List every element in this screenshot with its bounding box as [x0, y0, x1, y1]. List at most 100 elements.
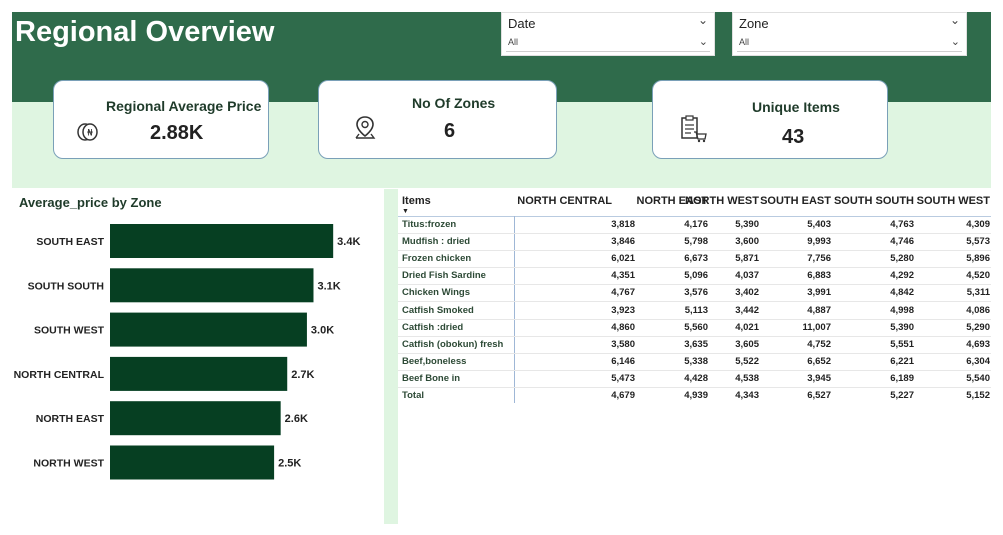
- table-cell: 4,037: [735, 270, 759, 282]
- table-cell: 6,221: [890, 355, 914, 367]
- table-cell: 5,573: [966, 236, 990, 248]
- date-dropdown[interactable]: All ⌄: [506, 35, 710, 52]
- row-divider: [398, 352, 991, 354]
- row-item-label: Chicken Wings: [402, 287, 471, 299]
- column-header[interactable]: SOUTH SOUTH: [834, 195, 914, 207]
- bar[interactable]: [110, 356, 288, 391]
- table-cell: 3,442: [735, 304, 759, 316]
- column-header[interactable]: NORTH WEST: [685, 195, 759, 207]
- data-label: 2.7K: [291, 369, 314, 381]
- table-cell: 4,292: [890, 270, 914, 282]
- table-cell: 6,021: [611, 253, 635, 265]
- data-label: 2.6K: [285, 413, 308, 425]
- table-cell: 3,846: [611, 236, 635, 248]
- card-title: Regional Average Price: [106, 98, 262, 114]
- category-label: SOUTH SOUTH: [28, 280, 104, 292]
- row-item-label: Frozen chicken: [402, 253, 472, 265]
- table-cell: 5,403: [807, 219, 831, 230]
- table-cell: 4,176: [684, 219, 708, 230]
- row-divider: [398, 267, 991, 269]
- table-cell: 3,600: [735, 236, 759, 248]
- column-header[interactable]: SOUTH EAST: [760, 195, 831, 207]
- chevron-down-icon[interactable]: ⌄: [699, 35, 708, 48]
- map-pin-icon: [352, 114, 378, 147]
- row-divider: [398, 335, 991, 337]
- total-row-label: Total: [402, 390, 424, 401]
- table-cell: 4,679: [611, 390, 635, 401]
- date-slicer[interactable]: Date ⌄ All ⌄: [501, 12, 715, 56]
- category-label: NORTH WEST: [33, 458, 104, 470]
- sort-down-icon[interactable]: ▼: [402, 208, 409, 215]
- row-item-label: Mudfish : dried: [402, 236, 471, 248]
- date-slicer-value: All: [508, 37, 519, 47]
- table-cell: 5,871: [735, 253, 759, 265]
- table-cell: 5,227: [890, 390, 914, 401]
- chevron-down-icon[interactable]: ⌄: [950, 13, 960, 27]
- table-cell: 3,576: [684, 287, 708, 299]
- table-cell: 3,580: [611, 338, 635, 350]
- row-divider: [398, 284, 991, 286]
- table-cell: 3,818: [611, 219, 635, 230]
- table-cell: 4,887: [807, 304, 831, 316]
- table-cell: 4,021: [735, 321, 759, 333]
- chevron-down-icon[interactable]: ⌄: [951, 35, 960, 48]
- table-cell: 5,096: [684, 270, 708, 282]
- row-divider: [398, 250, 991, 252]
- matrix-table[interactable]: Items ▼ NORTH CENTRAL NORTH EAST NORTH WES…: [398, 189, 991, 524]
- card-value: 6: [444, 120, 456, 142]
- zone-slicer-value: All: [739, 37, 750, 47]
- table-cell: 4,998: [890, 304, 914, 316]
- row-divider: [398, 318, 991, 320]
- row-divider: [398, 301, 991, 303]
- table-cell: 5,113: [684, 304, 708, 316]
- items-column-header[interactable]: Items: [402, 195, 431, 207]
- row-item-label: Catfish Smoked: [402, 304, 474, 316]
- table-cell: 4,538: [735, 372, 759, 384]
- table-cell: 4,086: [966, 304, 990, 316]
- table-cell: 3,991: [807, 287, 831, 299]
- table-cell: 6,673: [684, 253, 708, 265]
- table-cell: 5,896: [966, 253, 990, 265]
- checklist-cart-icon: [679, 115, 707, 148]
- header-separator: [398, 216, 991, 217]
- zone-slicer-label: Zone: [739, 16, 769, 31]
- table-cell: 4,860: [611, 321, 635, 333]
- table-cell: 4,309: [966, 219, 990, 230]
- column-header[interactable]: NORTH CENTRAL: [517, 195, 612, 207]
- table-cell: 6,652: [807, 355, 831, 367]
- zone-dropdown[interactable]: All ⌄: [737, 35, 962, 52]
- table-cell: 3,923: [611, 304, 635, 316]
- kpi-card-zones: No Of Zones 6: [318, 80, 557, 159]
- bar-chart: SOUTH EAST 3.4K SOUTH SOUTH 3.1K SOUTH WEST 3…: [14, 224, 360, 480]
- table-cell: 6,146: [611, 355, 635, 367]
- table-cell: 5,390: [735, 219, 759, 230]
- kpi-card-average-price: Regional Average Price ₦ 2.88K: [53, 80, 269, 159]
- row-divider: [398, 369, 991, 371]
- row-item-label: Beef,boneless: [402, 355, 467, 367]
- table-cell: 3,635: [684, 338, 708, 350]
- table-cell: 5,152: [966, 390, 990, 401]
- bar[interactable]: [110, 445, 275, 480]
- bar[interactable]: [110, 312, 307, 347]
- bar[interactable]: [110, 224, 334, 258]
- table-cell: 5,551: [890, 338, 914, 350]
- data-label: 2.5K: [278, 458, 301, 470]
- column-separator: [514, 216, 515, 403]
- row-item-label: Beef Bone in: [402, 372, 461, 384]
- row-item-label: Dried Fish Sardine: [402, 270, 486, 282]
- table-cell: 4,693: [966, 338, 990, 350]
- bar[interactable]: [110, 268, 314, 303]
- column-header[interactable]: SOUTH WEST: [917, 195, 990, 207]
- row-item-label: Catfish (obokun) fresh: [402, 338, 504, 350]
- row-item-label: Titus:frozen: [402, 219, 457, 230]
- zone-slicer[interactable]: Zone ⌄ All ⌄: [732, 12, 967, 56]
- page-title: Regional Overview: [15, 16, 275, 48]
- data-label: 3.1K: [317, 280, 340, 292]
- table-cell: 3,402: [735, 287, 759, 299]
- bar[interactable]: [110, 401, 281, 436]
- table-cell: 4,939: [684, 390, 708, 401]
- chevron-down-icon[interactable]: ⌄: [698, 13, 708, 27]
- table-cell: 5,522: [735, 355, 759, 367]
- row-divider: [398, 233, 991, 234]
- category-label: NORTH EAST: [36, 413, 105, 425]
